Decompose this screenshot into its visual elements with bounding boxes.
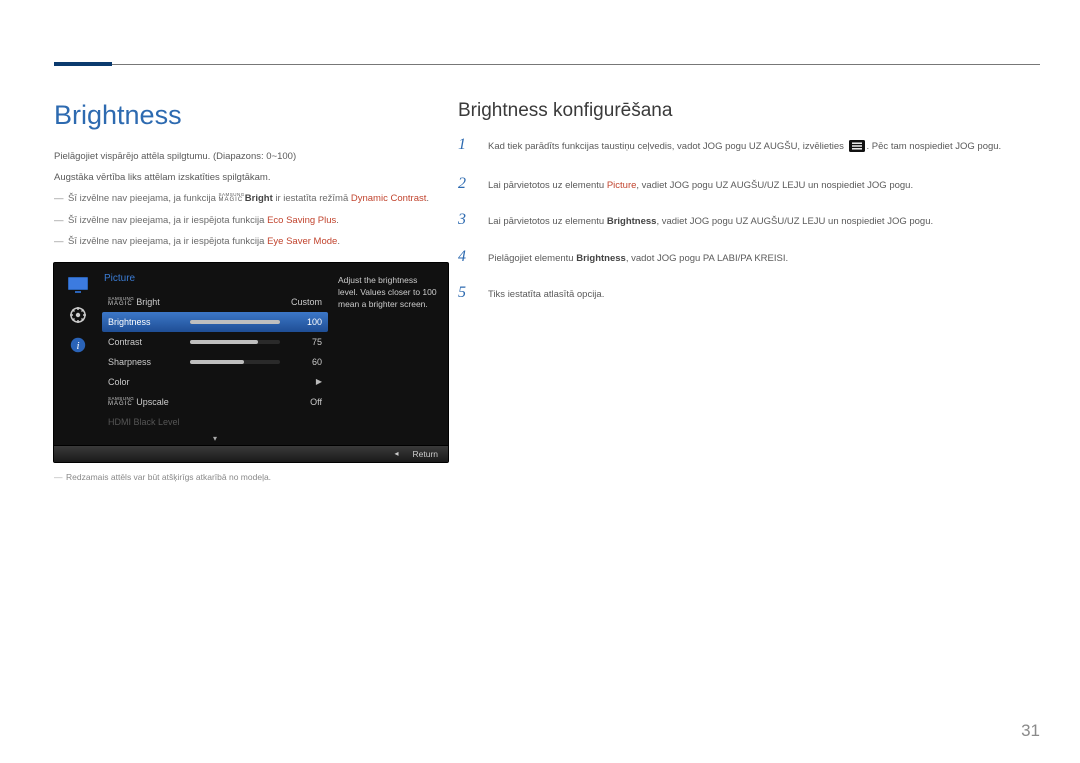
osd-row-contrast: Contrast 75 (102, 332, 328, 352)
osd-magicbright-value: Custom (288, 297, 322, 307)
step1-text-b: . Pēc tam nospiediet JOG pogu. (867, 141, 1002, 152)
osd-sidebar: i (64, 273, 92, 445)
note2-eco: Eco Saving Plus (267, 215, 336, 226)
step4-text-a: Pielāgojiet elementu (488, 253, 576, 264)
step3-text-a: Lai pārvietotos uz elementu (488, 216, 607, 227)
top-accent-bar (54, 62, 112, 66)
osd-contrast-slider (190, 340, 280, 344)
osd-return-label: Return (412, 449, 438, 459)
info-icon: i (70, 337, 86, 353)
osd-caption: Redzamais attēls var būt atšķirīgs atkar… (54, 472, 448, 482)
osd-sharpness-slider (190, 360, 280, 364)
step5-text: Tiks iestatīta atlasītā opcija. (488, 287, 604, 302)
step2-text-a: Lai pārvietotos uz elementu (488, 180, 607, 191)
note-dynamic-contrast: Šī izvēlne nav pieejama, ja funkcija SAM… (54, 191, 448, 206)
osd-magicbright-label: Bright (136, 297, 160, 307)
menu-icon (849, 140, 865, 157)
osd-row-brightness: Brightness 100 (102, 312, 328, 332)
step4-text-c: , vadot JOG pogu PA LABI/PA KREISI. (626, 253, 788, 264)
step2-text-c: , vadiet JOG pogu UZ AUGŠU/UZ LEJU un no… (636, 180, 913, 191)
intro-line-1: Pielāgojiet vispārējo attēla spilgtumu. … (54, 149, 448, 164)
step-4: 4 Pielāgojiet elementu Brightness, vadot… (458, 248, 1038, 266)
steps-list: 1 Kad tiek parādīts funkcijas taustiņu c… (458, 136, 1038, 302)
left-column: Brightness Pielāgojiet vispārējo attēla … (54, 100, 448, 482)
step4-brightness: Brightness (576, 253, 626, 264)
note2-text-a: Šī izvēlne nav pieejama, ja ir iespējota… (68, 215, 267, 226)
osd-color-label: Color (108, 377, 130, 387)
step-number: 1 (458, 136, 472, 154)
osd-contrast-label: Contrast (108, 337, 142, 347)
note1-dynamic-contrast: Dynamic Contrast (351, 193, 427, 204)
step-number: 4 (458, 248, 472, 266)
osd-footer: ◂ Return (54, 445, 448, 462)
step2-picture: Picture (607, 180, 637, 191)
osd-brightness-value: 100 (288, 317, 322, 327)
osd-row-upscale: SAMSUNGMAGICUpscale Off (102, 392, 328, 412)
osd-hdmi-label: HDMI Black Level (108, 417, 180, 427)
note1-text-e: . (426, 193, 429, 204)
page-number: 31 (1021, 721, 1040, 741)
section-heading: Brightness konfigurēšana (458, 100, 1038, 122)
osd-sharpness-label: Sharpness (108, 357, 151, 367)
gear-icon (70, 307, 86, 323)
osd-main: Picture SAMSUNGMAGICBright Custom Bright… (102, 273, 328, 445)
step-number: 5 (458, 284, 472, 302)
svg-text:i: i (76, 340, 79, 352)
samsung-magic-brand-icon: SAMSUNGMAGIC (108, 397, 134, 408)
osd-row-hdmi: HDMI Black Level (102, 412, 328, 432)
intro-line-2: Augstāka vērtība liks attēlam izskatītie… (54, 170, 448, 185)
chevron-down-icon: ▾ (102, 432, 328, 445)
step-5: 5 Tiks iestatīta atlasītā opcija. (458, 284, 1038, 302)
osd-title: Picture (102, 273, 328, 284)
step3-brightness: Brightness (607, 216, 657, 227)
osd-brightness-label: Brightness (108, 317, 151, 327)
note1-text-c: ir iestatīta režīmā (273, 193, 351, 204)
note2-text-c: . (336, 215, 339, 226)
samsung-magic-brand-icon: SAMSUNGMAGIC (108, 297, 134, 308)
note3-eye: Eye Saver Mode (267, 236, 337, 247)
note3-text-c: . (337, 236, 340, 247)
step-number: 2 (458, 175, 472, 193)
note-eye-saver: Šī izvēlne nav pieejama, ja ir iespējota… (54, 234, 448, 249)
osd-upscale-label: Upscale (136, 397, 169, 407)
triangle-left-icon: ◂ (394, 449, 398, 458)
note-eco-saving: Šī izvēlne nav pieejama, ja ir iespējota… (54, 213, 448, 228)
note3-text-a: Šī izvēlne nav pieejama, ja ir iespējota… (68, 236, 267, 247)
samsung-magic-brand-icon: SAMSUNGMAGIC (219, 193, 245, 204)
step-number: 3 (458, 211, 472, 229)
osd-screenshot: i Picture SAMSUNGMAGICBright Custom Brig… (54, 263, 448, 462)
step1-text-a: Kad tiek parādīts funkcijas taustiņu ceļ… (488, 141, 847, 152)
osd-brightness-slider (190, 320, 280, 324)
osd-sharpness-value: 60 (288, 357, 322, 367)
monitor-icon (68, 277, 88, 293)
chevron-right-icon: ▶ (316, 377, 322, 386)
top-rule (54, 64, 1040, 65)
osd-row-color: Color ▶ (102, 372, 328, 392)
osd-row-magicbright: SAMSUNGMAGICBright Custom (102, 292, 328, 312)
osd-row-sharpness: Sharpness 60 (102, 352, 328, 372)
step3-text-c: , vadiet JOG pogu UZ AUGŠU/UZ LEJU un no… (656, 216, 933, 227)
osd-upscale-value: Off (288, 397, 322, 407)
osd-contrast-value: 75 (288, 337, 322, 347)
step-1: 1 Kad tiek parādīts funkcijas taustiņu c… (458, 136, 1038, 157)
step-2: 2 Lai pārvietotos uz elementu Picture, v… (458, 175, 1038, 193)
note1-bright: Bright (245, 193, 273, 204)
right-column: Brightness konfigurēšana 1 Kad tiek parā… (458, 100, 1038, 320)
osd-help-text: Adjust the brightness level. Values clos… (338, 273, 438, 445)
step-3: 3 Lai pārvietotos uz elementu Brightness… (458, 211, 1038, 229)
page-title: Brightness (54, 100, 448, 131)
note1-text-a: Šī izvēlne nav pieejama, ja funkcija (68, 193, 219, 204)
